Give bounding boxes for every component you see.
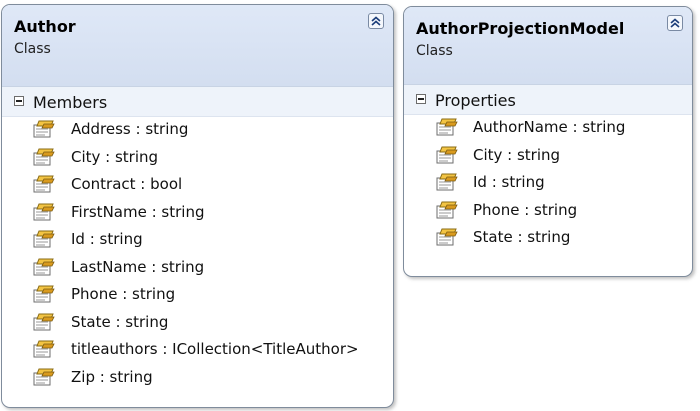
member-row[interactable]: Id : string xyxy=(2,227,393,255)
member-row[interactable]: LastName : string xyxy=(2,255,393,283)
class-header: Author Class xyxy=(2,5,393,87)
member-label: Phone : string xyxy=(473,200,578,219)
property-icon xyxy=(33,120,55,138)
minus-icon[interactable] xyxy=(416,94,426,104)
class-name: AuthorProjectionModel xyxy=(416,19,625,38)
member-row[interactable]: AuthorName : string xyxy=(404,115,692,143)
member-row[interactable]: FirstName : string xyxy=(2,200,393,228)
member-label: AuthorName : string xyxy=(473,118,626,136)
member-row[interactable]: Phone : string xyxy=(404,198,692,226)
member-label: Phone : string xyxy=(71,285,176,303)
property-icon xyxy=(33,313,55,330)
property-icon xyxy=(436,228,458,246)
member-row[interactable]: City : string xyxy=(2,145,393,173)
member-label: City : string xyxy=(473,145,561,164)
member-row[interactable]: Id : string xyxy=(404,170,692,198)
property-icon xyxy=(33,230,55,248)
property-icon xyxy=(436,173,458,191)
property-icon xyxy=(33,368,55,385)
member-label: LastName : string xyxy=(71,257,205,276)
collapse-button[interactable] xyxy=(667,15,683,31)
class-box-author-projection-model[interactable]: AuthorProjectionModel Class Properties A… xyxy=(403,6,693,277)
member-label: Address : string xyxy=(71,120,189,138)
member-label: FirstName : string xyxy=(71,202,205,221)
property-icon xyxy=(33,203,55,220)
member-label: titleauthors : ICollection<TitleAuthor> xyxy=(71,340,359,358)
member-list: AuthorName : string City : string Id : str… xyxy=(404,115,692,253)
property-icon xyxy=(436,201,458,218)
member-row[interactable]: State : string xyxy=(2,310,393,338)
member-list: Address : string City : string Contract : … xyxy=(2,117,393,392)
member-label: State : string xyxy=(473,228,571,246)
class-kind: Class xyxy=(14,41,51,57)
property-icon xyxy=(33,175,55,193)
member-row[interactable]: State : string xyxy=(404,225,692,253)
member-row[interactable]: City : string xyxy=(404,143,692,171)
property-icon xyxy=(436,146,458,163)
member-label: State : string xyxy=(71,312,169,331)
member-label: Zip : string xyxy=(71,367,153,386)
section-title: Properties xyxy=(435,91,516,110)
member-row[interactable]: Phone : string xyxy=(2,282,393,310)
section-header-members[interactable]: Members xyxy=(2,87,393,117)
minus-icon[interactable] xyxy=(14,96,24,106)
property-icon xyxy=(436,118,458,136)
double-chevron-up-icon xyxy=(670,18,680,28)
section-title: Members xyxy=(33,93,108,112)
member-label: Contract : bool xyxy=(71,175,183,193)
property-icon xyxy=(33,258,55,275)
collapse-button[interactable] xyxy=(368,13,384,29)
section-header-properties[interactable]: Properties xyxy=(404,85,692,115)
class-header: AuthorProjectionModel Class xyxy=(404,7,692,85)
member-label: Id : string xyxy=(473,173,545,191)
double-chevron-up-icon xyxy=(371,16,381,26)
member-row[interactable]: Address : string xyxy=(2,117,393,145)
class-name: Author xyxy=(14,17,76,36)
member-row[interactable]: titleauthors : ICollection<TitleAuthor> xyxy=(2,337,393,365)
member-label: City : string xyxy=(71,147,159,166)
property-icon xyxy=(33,340,55,358)
property-icon xyxy=(33,285,55,303)
member-row[interactable]: Zip : string xyxy=(2,365,393,393)
class-box-author[interactable]: Author Class Members Address : string Cit… xyxy=(1,4,394,408)
member-label: Id : string xyxy=(71,230,143,248)
class-kind: Class xyxy=(416,43,453,59)
member-row[interactable]: Contract : bool xyxy=(2,172,393,200)
property-icon xyxy=(33,148,55,165)
